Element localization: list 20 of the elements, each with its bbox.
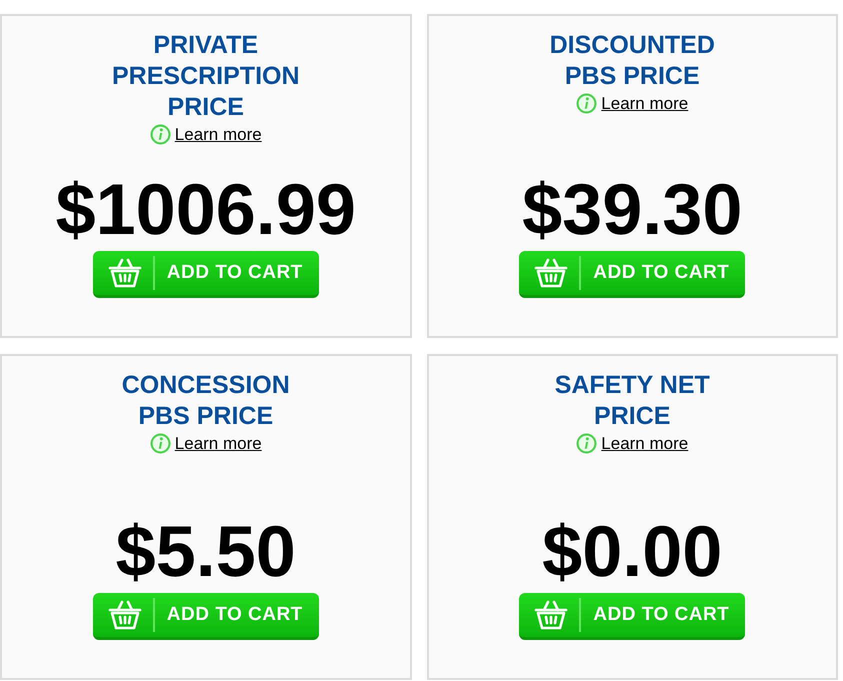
price-title: CONCESSION PBS PRICE bbox=[122, 370, 290, 432]
info-icon bbox=[150, 124, 171, 145]
price-title: DISCOUNTED PBS PRICE bbox=[550, 30, 715, 92]
price: $0.00 bbox=[542, 516, 722, 588]
learn-more-link[interactable]: Learn more bbox=[601, 434, 688, 454]
price: $1006.99 bbox=[56, 174, 356, 246]
price: $5.50 bbox=[116, 516, 296, 588]
info-icon bbox=[150, 433, 171, 454]
basket-icon bbox=[533, 257, 570, 289]
info-icon bbox=[576, 93, 598, 114]
learn-more-link[interactable]: Learn more bbox=[174, 434, 262, 454]
basket-icon bbox=[533, 599, 570, 631]
basket-icon bbox=[106, 599, 143, 631]
price: $39.30 bbox=[522, 174, 742, 246]
learn-more-link[interactable]: Learn more bbox=[601, 94, 688, 114]
price-title: SAFETY NET PRICE bbox=[554, 370, 710, 432]
learn-more-link[interactable]: Learn more bbox=[174, 124, 262, 144]
basket-icon bbox=[106, 257, 143, 289]
info-icon bbox=[576, 433, 598, 454]
price-title: PRIVATE PRESCRIPTION PRICE bbox=[112, 30, 300, 123]
